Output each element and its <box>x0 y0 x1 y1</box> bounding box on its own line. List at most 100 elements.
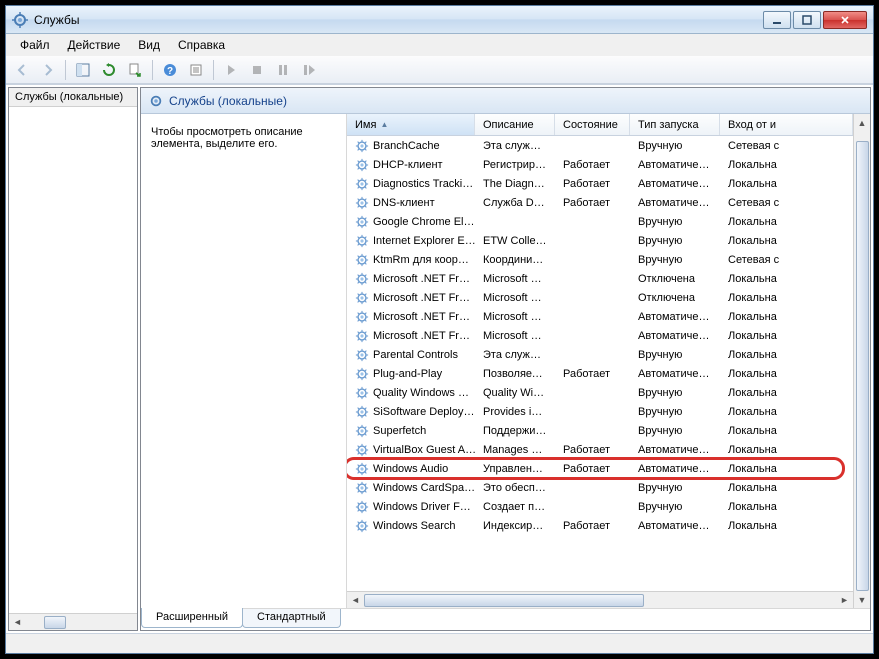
col-state[interactable]: Состояние <box>555 114 630 135</box>
service-row[interactable]: DHCP-клиентРегистрир…РаботаетАвтоматиче…… <box>347 155 853 174</box>
service-desc: Quality Wi… <box>475 387 555 399</box>
menu-file[interactable]: Файл <box>12 36 58 54</box>
service-icon <box>355 177 369 191</box>
service-row[interactable]: Internet Explorer E…ETW Colle…ВручнуюЛок… <box>347 231 853 250</box>
tree-hscroll[interactable]: ◄ <box>9 613 137 630</box>
list-hscroll[interactable]: ◄ ► <box>347 591 853 608</box>
service-name: Quality Windows … <box>373 387 469 399</box>
services-window: Службы Файл Действие Вид Справка ? Служб… <box>5 5 874 654</box>
col-start[interactable]: Тип запуска <box>630 114 720 135</box>
service-row[interactable]: Windows AudioУправлен…РаботаетАвтоматиче… <box>347 459 853 478</box>
service-state: Работает <box>555 159 630 171</box>
service-logon: Локальна <box>720 178 853 190</box>
col-logon[interactable]: Вход от и <box>720 114 853 135</box>
maximize-button[interactable] <box>793 11 821 29</box>
service-desc: Координи… <box>475 254 555 266</box>
service-name: Microsoft .NET Fr… <box>373 330 470 342</box>
service-icon <box>355 481 369 495</box>
svg-text:?: ? <box>167 66 173 77</box>
service-start: Вручную <box>630 406 720 418</box>
help-button[interactable]: ? <box>158 59 182 81</box>
minimize-button[interactable] <box>763 11 791 29</box>
list-vscroll[interactable]: ▲ ▼ <box>853 114 870 608</box>
titlebar[interactable]: Службы <box>6 6 873 34</box>
show-hide-tree-button[interactable] <box>71 59 95 81</box>
service-start: Автоматиче… <box>630 520 720 532</box>
service-logon: Локальна <box>720 482 853 494</box>
service-desc: Microsoft … <box>475 330 555 342</box>
service-row[interactable]: Microsoft .NET Fr…Microsoft …Автоматиче…… <box>347 307 853 326</box>
back-button <box>10 59 34 81</box>
menu-help[interactable]: Справка <box>170 36 233 54</box>
service-icon <box>355 329 369 343</box>
service-desc: Индексир… <box>475 520 555 532</box>
service-logon: Локальна <box>720 330 853 342</box>
service-state: Работает <box>555 520 630 532</box>
close-button[interactable] <box>823 11 867 29</box>
service-start: Отключена <box>630 273 720 285</box>
tab-extended[interactable]: Расширенный <box>141 608 243 628</box>
service-row[interactable]: Parental ControlsЭта служб…ВручнуюЛокаль… <box>347 345 853 364</box>
tree-pane: Службы (локальные) ◄ <box>8 87 138 631</box>
service-icon <box>355 405 369 419</box>
service-row[interactable]: Windows CardSpa…Это обесп…ВручнуюЛокальн… <box>347 478 853 497</box>
service-row[interactable]: DNS-клиентСлужба D…РаботаетАвтоматиче…Се… <box>347 193 853 212</box>
service-state: Работает <box>555 463 630 475</box>
service-row[interactable]: Quality Windows …Quality Wi…ВручнуюЛокал… <box>347 383 853 402</box>
service-icon <box>355 500 369 514</box>
service-row[interactable]: Microsoft .NET Fr…Microsoft …ОтключенаЛо… <box>347 269 853 288</box>
service-name: Windows Driver F… <box>373 501 471 513</box>
detail-pane: Чтобы просмотреть описание элемента, выд… <box>141 114 346 608</box>
service-start: Автоматиче… <box>630 159 720 171</box>
service-row[interactable]: VirtualBox Guest A…Manages V…РаботаетАвт… <box>347 440 853 459</box>
service-desc: Provides in… <box>475 406 555 418</box>
start-service-button <box>219 59 243 81</box>
service-icon <box>355 291 369 305</box>
service-start: Вручную <box>630 235 720 247</box>
service-logon: Локальна <box>720 349 853 361</box>
service-desc: Эта служб… <box>475 349 555 361</box>
service-start: Вручную <box>630 387 720 399</box>
refresh-button[interactable] <box>97 59 121 81</box>
service-desc: Поддержи… <box>475 425 555 437</box>
service-row[interactable]: SiSoftware Deploy…Provides in…ВручнуюЛок… <box>347 402 853 421</box>
export-button[interactable] <box>123 59 147 81</box>
service-row[interactable]: Microsoft .NET Fr…Microsoft …ОтключенаЛо… <box>347 288 853 307</box>
properties-button[interactable] <box>184 59 208 81</box>
statusbar <box>6 633 873 653</box>
col-name[interactable]: Имя▲ <box>347 114 475 135</box>
service-icon <box>355 139 369 153</box>
service-row[interactable]: Diagnostics Tracki…The Diagn…РаботаетАвт… <box>347 174 853 193</box>
service-row[interactable]: KtmRm для коор…Координи…ВручнуюСетевая с <box>347 250 853 269</box>
service-row[interactable]: Plug-and-PlayПозволяет…РаботаетАвтоматич… <box>347 364 853 383</box>
service-desc: The Diagn… <box>475 178 555 190</box>
col-desc[interactable]: Описание <box>475 114 555 135</box>
service-name: Microsoft .NET Fr… <box>373 292 470 304</box>
service-start: Автоматиче… <box>630 444 720 456</box>
service-name: BranchCache <box>373 140 440 152</box>
service-logon: Локальна <box>720 159 853 171</box>
tree-root[interactable]: Службы (локальные) <box>9 88 137 107</box>
service-row[interactable]: SuperfetchПоддержи…ВручнуюЛокальна <box>347 421 853 440</box>
service-state: Работает <box>555 368 630 380</box>
service-name: Microsoft .NET Fr… <box>373 273 470 285</box>
service-start: Автоматиче… <box>630 463 720 475</box>
service-icon <box>355 519 369 533</box>
menu-action[interactable]: Действие <box>60 36 129 54</box>
service-row[interactable]: Windows SearchИндексир…РаботаетАвтоматич… <box>347 516 853 535</box>
service-row[interactable]: Microsoft .NET Fr… Microsoft … Автоматиче…… <box>347 326 853 345</box>
service-row[interactable]: Google Chrome El…ВручнуюЛокальна <box>347 212 853 231</box>
service-name: Plug-and-Play <box>373 368 442 380</box>
service-logon: Сетевая с <box>720 140 853 152</box>
service-desc: Microsoft … <box>475 292 555 304</box>
tab-standard[interactable]: Стандартный <box>242 609 341 628</box>
service-icon <box>355 158 369 172</box>
service-start: Автоматиче… <box>630 330 720 342</box>
menu-view[interactable]: Вид <box>130 36 168 54</box>
service-start: Отключена <box>630 292 720 304</box>
service-name: KtmRm для коор… <box>373 254 469 266</box>
service-start: Автоматиче… <box>630 368 720 380</box>
view-tabs: Расширенный Стандартный <box>141 608 870 630</box>
service-row[interactable]: Windows Driver F…Создает п…ВручнуюЛокаль… <box>347 497 853 516</box>
service-row[interactable]: BranchCacheЭта служб…ВручнуюСетевая с <box>347 136 853 155</box>
